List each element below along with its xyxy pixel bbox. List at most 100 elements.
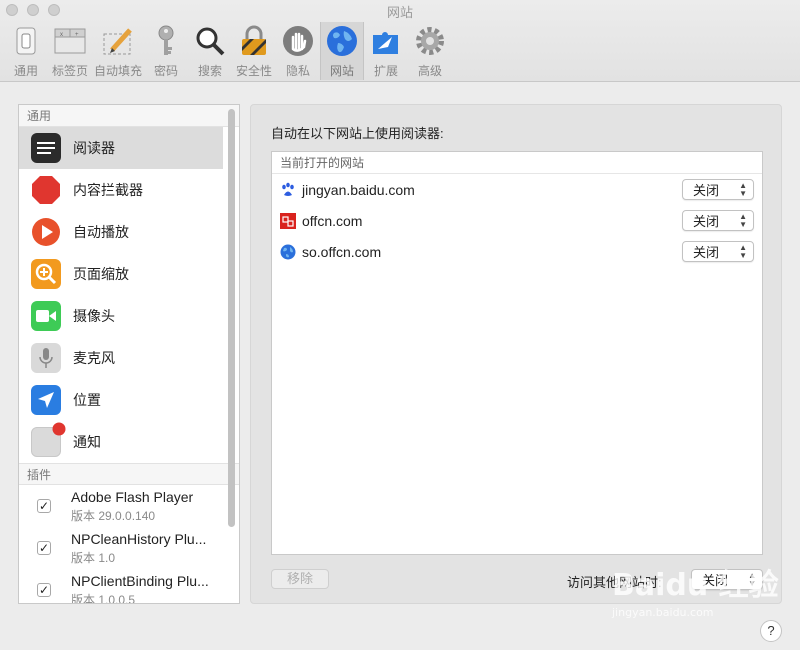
window-titlebar: 网站 通用 x + 标签页 自动填充 密码 搜索 安全性 隐私 网站 扩展 高级 bbox=[0, 0, 800, 82]
tab-advanced-label: 高级 bbox=[417, 64, 442, 78]
plugin-row: ✓ NPCleanHistory Plu... 版本 1.0 bbox=[19, 527, 223, 569]
sidebar-item-label: 页面缩放 bbox=[73, 266, 129, 282]
tab-extensions[interactable]: 扩展 bbox=[364, 22, 408, 80]
notification-icon bbox=[31, 422, 66, 457]
stop-icon bbox=[31, 175, 61, 205]
plugin-version: 版本 1.0.0.5 bbox=[71, 592, 136, 604]
globe-icon bbox=[325, 24, 359, 58]
sidebar-item-label: 麦克风 bbox=[73, 350, 115, 366]
updown-arrows-icon: ▲ ▼ bbox=[739, 212, 747, 229]
plugin-checkbox[interactable]: ✓ bbox=[37, 541, 51, 555]
reader-settings-panel: 自动在以下网站上使用阅读器: 当前打开的网站 jingyan.baidu.com… bbox=[250, 104, 782, 604]
tab-privacy[interactable]: 隐私 bbox=[276, 22, 320, 80]
play-icon bbox=[31, 217, 61, 247]
sidebar-scrollbar[interactable] bbox=[228, 109, 235, 527]
website-row[interactable]: so.offcn.com 关闭 ▲ ▼ bbox=[272, 236, 762, 267]
updown-arrows-icon: ▲ ▼ bbox=[739, 181, 747, 198]
plugin-row: ✓ NPClientBinding Plu... 版本 1.0.0.5 bbox=[19, 569, 223, 604]
location-icon bbox=[31, 385, 61, 415]
sidebar-item-content-blockers[interactable]: 内容拦截器 bbox=[19, 169, 223, 211]
puzzle-icon bbox=[369, 24, 403, 58]
tab-tabs[interactable]: x + 标签页 bbox=[48, 22, 92, 80]
tab-general[interactable]: 通用 bbox=[4, 22, 48, 80]
website-row[interactable]: jingyan.baidu.com 关闭 ▲ ▼ bbox=[272, 174, 762, 205]
plugin-checkbox[interactable]: ✓ bbox=[37, 583, 51, 597]
remove-button[interactable]: 移除 bbox=[271, 569, 329, 589]
tabs-icon: x + bbox=[53, 24, 87, 58]
offcn-logo-icon bbox=[280, 212, 296, 229]
sidebar-item-label: 位置 bbox=[73, 392, 101, 408]
plugin-checkbox[interactable]: ✓ bbox=[37, 499, 51, 513]
reader-setting-popup[interactable]: 关闭 ▲ ▼ bbox=[682, 210, 754, 231]
tab-search[interactable]: 搜索 bbox=[188, 22, 232, 80]
reader-setting-popup[interactable]: 关闭 ▲ ▼ bbox=[682, 179, 754, 200]
sidebar-item-label: 阅读器 bbox=[73, 140, 115, 156]
settings-sidebar: 通用 阅读器 内容拦截器 自动播放 页面缩放 摄像头 麦克风 位置 通知 插件 … bbox=[18, 104, 240, 604]
baidu-paw-icon bbox=[280, 182, 296, 198]
plugin-name: Adobe Flash Player bbox=[71, 488, 194, 505]
sidebar-item-label: 内容拦截器 bbox=[73, 182, 143, 198]
tab-privacy-label: 隐私 bbox=[285, 64, 310, 78]
popup-value: 关闭 bbox=[693, 183, 720, 198]
tab-security-label: 安全性 bbox=[235, 64, 272, 78]
key-icon bbox=[149, 24, 183, 58]
svg-text:x: x bbox=[60, 32, 63, 38]
plugin-version: 版本 29.0.0.140 bbox=[71, 508, 156, 523]
sidebar-item-page-zoom[interactable]: 页面缩放 bbox=[19, 253, 223, 295]
lock-icon bbox=[237, 24, 271, 58]
tab-advanced[interactable]: 高级 bbox=[408, 22, 452, 80]
popup-value: 关闭 bbox=[693, 214, 720, 229]
sidebar-item-reader[interactable]: 阅读器 bbox=[19, 127, 223, 169]
reader-setting-popup[interactable]: 关闭 ▲ ▼ bbox=[682, 241, 754, 262]
tab-websites-label: 网站 bbox=[329, 64, 354, 78]
switch-icon bbox=[9, 24, 43, 58]
plugin-name: NPClientBinding Plu... bbox=[71, 572, 209, 589]
tab-extensions-label: 扩展 bbox=[373, 64, 398, 78]
sidebar-item-autoplay[interactable]: 自动播放 bbox=[19, 211, 223, 253]
zoom-icon bbox=[31, 259, 61, 289]
sidebar-item-location[interactable]: 位置 bbox=[19, 379, 223, 421]
reader-icon bbox=[31, 133, 61, 163]
website-name: jingyan.baidu.com bbox=[302, 181, 415, 198]
general-section-header: 通用 bbox=[19, 105, 239, 127]
gear-icon bbox=[413, 24, 447, 58]
magnifier-icon bbox=[193, 24, 227, 58]
sidebar-item-label: 自动播放 bbox=[73, 224, 129, 240]
plugins-section-header: 插件 bbox=[19, 463, 239, 485]
sidebar-item-notifications[interactable]: 通知 bbox=[19, 421, 223, 463]
sidebar-item-label: 通知 bbox=[73, 434, 101, 450]
tab-security[interactable]: 安全性 bbox=[232, 22, 276, 80]
svg-text:+: + bbox=[75, 32, 79, 38]
sidebar-item-camera[interactable]: 摄像头 bbox=[19, 295, 223, 337]
watermark-sub: jingyan.baidu.com bbox=[612, 606, 714, 619]
tab-passwords[interactable]: 密码 bbox=[144, 22, 188, 80]
window-title: 网站 bbox=[386, 5, 413, 20]
camera-icon bbox=[31, 301, 61, 331]
website-row[interactable]: offcn.com 关闭 ▲ ▼ bbox=[272, 205, 762, 236]
globe-icon bbox=[280, 244, 296, 260]
tab-search-label: 搜索 bbox=[197, 64, 222, 78]
plugin-name: NPCleanHistory Plu... bbox=[71, 530, 207, 547]
tab-tabs-label: 标签页 bbox=[51, 64, 88, 78]
website-name: so.offcn.com bbox=[302, 243, 382, 260]
help-button[interactable]: ? bbox=[760, 620, 782, 642]
pencil-icon bbox=[101, 24, 135, 58]
baidu-watermark: Baidu 经验 jingyan.baidu.com bbox=[612, 560, 792, 630]
tab-websites[interactable]: 网站 bbox=[320, 22, 364, 80]
plugin-version: 版本 1.0 bbox=[71, 550, 116, 565]
tab-autofill-label: 自动填充 bbox=[93, 64, 142, 78]
tab-autofill[interactable]: 自动填充 bbox=[92, 22, 144, 80]
microphone-icon bbox=[31, 343, 61, 373]
updown-arrows-icon: ▲ ▼ bbox=[739, 243, 747, 260]
sidebar-item-microphone[interactable]: 麦克风 bbox=[19, 337, 223, 379]
sidebar-item-label: 摄像头 bbox=[73, 308, 115, 324]
website-name: offcn.com bbox=[302, 212, 363, 229]
tab-passwords-label: 密码 bbox=[153, 64, 178, 78]
open-websites-list: 当前打开的网站 jingyan.baidu.com 关闭 ▲ ▼ offcn.co… bbox=[271, 151, 763, 555]
preferences-toolbar: 通用 x + 标签页 自动填充 密码 搜索 安全性 隐私 网站 扩展 高级 bbox=[4, 22, 452, 80]
hand-icon bbox=[281, 24, 315, 58]
list-header: 当前打开的网站 bbox=[272, 152, 762, 174]
popup-value: 关闭 bbox=[693, 245, 720, 260]
tab-general-label: 通用 bbox=[13, 64, 38, 78]
plugin-row: ✓ Adobe Flash Player 版本 29.0.0.140 bbox=[19, 485, 223, 527]
